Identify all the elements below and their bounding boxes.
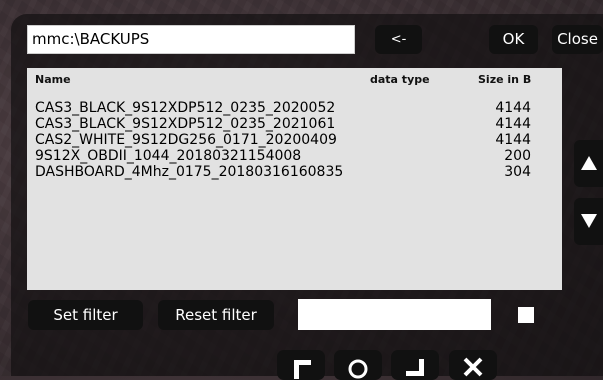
file-name: DASHBOARD_4Mhz_0175_20180316160835 [35,164,344,180]
list-header: Name data type Size in B [27,68,562,88]
circle-icon [348,359,368,379]
parent-folder-button[interactable]: <- [375,25,422,54]
scroll-down-button[interactable] [574,198,603,245]
triangle-up-icon [581,156,597,170]
list-item[interactable]: 9S12X_OBDII_1044_20180321154008 200 [27,148,562,164]
file-name: CAS3_BLACK_9S12XDP512_0235_2021061 [35,116,336,132]
corner-bottom-right-icon [406,359,424,376]
scroll-up-button[interactable] [574,140,603,187]
ok-button[interactable]: OK [489,25,538,54]
file-name: 9S12X_OBDII_1044_20180321154008 [35,148,302,164]
path-field[interactable]: mmc:\BACKUPS [27,25,355,54]
column-header-data-type: data type [370,73,430,86]
filter-input[interactable] [298,299,491,330]
corner-top-left-icon [294,360,311,379]
list-item[interactable]: DASHBOARD_4Mhz_0175_20180316160835 304 [27,164,562,180]
close-button[interactable]: Close [552,25,603,54]
column-header-size: Size in B [478,73,532,86]
file-size: 4144 [495,132,531,148]
file-list[interactable]: Name data type Size in B CAS3_BLACK_9S12… [27,68,562,290]
list-item[interactable]: CAS2_WHITE_9S12DG256_0171_20200409 4144 [27,132,562,148]
list-item[interactable]: CAS3_BLACK_9S12XDP512_0235_2020052 4144 [27,100,562,116]
file-name: CAS2_WHITE_9S12DG256_0171_20200409 [35,132,337,148]
file-name: CAS3_BLACK_9S12XDP512_0235_2020052 [35,100,336,116]
filter-checkbox[interactable] [518,307,534,323]
file-size: 4144 [495,100,531,116]
file-rows: CAS3_BLACK_9S12XDP512_0235_2020052 4144 … [27,100,562,180]
file-size: 4144 [495,116,531,132]
set-filter-button[interactable]: Set filter [28,300,143,330]
list-item[interactable]: CAS3_BLACK_9S12XDP512_0235_2021061 4144 [27,116,562,132]
reset-filter-button[interactable]: Reset filter [158,300,274,330]
column-header-name: Name [35,73,71,86]
x-icon [463,357,483,377]
triangle-down-icon [581,214,597,228]
file-size: 304 [504,164,531,180]
file-size: 200 [504,148,531,164]
